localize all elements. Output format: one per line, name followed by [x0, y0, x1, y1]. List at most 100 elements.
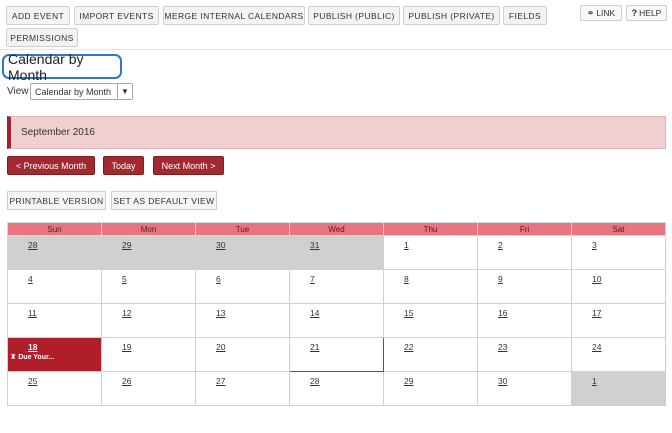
page-title: Calendar by Month: [8, 50, 84, 83]
day-link[interactable]: 7: [310, 274, 315, 284]
day-cell[interactable]: 26: [101, 371, 196, 406]
month-label: September 2016: [21, 127, 95, 138]
day-link[interactable]: 1: [592, 376, 597, 386]
day-cell[interactable]: 28: [7, 235, 102, 270]
day-link[interactable]: 6: [216, 274, 221, 284]
day-cell[interactable]: 13: [195, 303, 290, 338]
day-link[interactable]: 12: [122, 308, 131, 318]
day-link[interactable]: 3: [592, 240, 597, 250]
permissions-button[interactable]: PERMISSIONS: [6, 28, 78, 47]
view-select[interactable]: Calendar by Month ▼: [30, 83, 133, 100]
day-link[interactable]: 23: [498, 342, 507, 352]
day-cell[interactable]: 9: [477, 269, 572, 304]
day-link[interactable]: 25: [28, 376, 37, 386]
day-cell[interactable]: 22: [383, 337, 478, 372]
day-link[interactable]: 30: [498, 376, 507, 386]
day-link[interactable]: 13: [216, 308, 225, 318]
day-cell[interactable]: 27: [195, 371, 290, 406]
day-cell[interactable]: 17: [571, 303, 666, 338]
day-cell[interactable]: 12: [101, 303, 196, 338]
day-link[interactable]: 21: [310, 342, 319, 352]
weekday-sat: Sat: [571, 222, 666, 236]
day-link[interactable]: 19: [122, 342, 131, 352]
day-link[interactable]: 11: [28, 308, 37, 318]
day-link[interactable]: 20: [216, 342, 225, 352]
day-link[interactable]: 15: [404, 308, 413, 318]
view-label: View: [7, 86, 29, 97]
day-cell[interactable]: 21: [289, 337, 384, 372]
day-link[interactable]: 29: [404, 376, 413, 386]
day-cell[interactable]: 8: [383, 269, 478, 304]
day-link[interactable]: 5: [122, 274, 127, 284]
day-link[interactable]: 26: [122, 376, 131, 386]
publish-public-button[interactable]: PUBLISH (PUBLIC): [308, 6, 400, 25]
day-link[interactable]: 10: [592, 274, 601, 284]
day-link[interactable]: 2: [498, 240, 503, 250]
day-link[interactable]: 30: [216, 240, 225, 250]
help-label: HELP: [639, 8, 662, 18]
day-cell[interactable]: 3: [571, 235, 666, 270]
day-cell[interactable]: 20: [195, 337, 290, 372]
link-button[interactable]: ⚭ LINK: [580, 5, 622, 21]
day-cell[interactable]: 25: [7, 371, 102, 406]
day-cell[interactable]: 29: [383, 371, 478, 406]
day-link[interactable]: 1: [404, 240, 409, 250]
day-cell[interactable]: 5: [101, 269, 196, 304]
day-cell[interactable]: 24: [571, 337, 666, 372]
day-cell[interactable]: 2: [477, 235, 572, 270]
week-row: 11 12 13 14 15 16 17: [7, 303, 666, 338]
calendar-event[interactable]: ♜ Due Your...: [10, 353, 54, 361]
day-link[interactable]: 14: [310, 308, 319, 318]
day-cell[interactable]: 31: [289, 235, 384, 270]
day-cell[interactable]: 15: [383, 303, 478, 338]
day-link[interactable]: 16: [498, 308, 507, 318]
help-button[interactable]: ? HELP: [626, 5, 667, 21]
day-cell[interactable]: 4: [7, 269, 102, 304]
weekday-mon: Mon: [101, 222, 196, 236]
today-cell[interactable]: 18 ♜ Due Your...: [7, 337, 102, 372]
day-link[interactable]: 28: [28, 240, 37, 250]
weekday-wed: Wed: [289, 222, 384, 236]
day-cell[interactable]: 7: [289, 269, 384, 304]
weekday-header-row: Sun Mon Tue Wed Thu Fri Sat: [7, 222, 666, 236]
day-cell[interactable]: 1: [571, 371, 666, 406]
day-cell[interactable]: 29: [101, 235, 196, 270]
day-cell[interactable]: 6: [195, 269, 290, 304]
set-default-view-button[interactable]: SET AS DEFAULT VIEW: [111, 191, 217, 210]
day-link[interactable]: 17: [592, 308, 601, 318]
previous-month-button[interactable]: < Previous Month: [7, 156, 95, 175]
fields-button[interactable]: FIELDS: [503, 6, 547, 25]
page-title-box: Calendar by Month: [2, 51, 122, 83]
day-cell[interactable]: 30: [195, 235, 290, 270]
day-cell[interactable]: 11: [7, 303, 102, 338]
publish-private-button[interactable]: PUBLISH (PRIVATE): [403, 6, 500, 25]
day-cell[interactable]: 23: [477, 337, 572, 372]
day-link[interactable]: 18: [28, 342, 37, 352]
day-cell[interactable]: 16: [477, 303, 572, 338]
day-cell[interactable]: 19: [101, 337, 196, 372]
day-link[interactable]: 4: [28, 274, 33, 284]
next-month-button[interactable]: Next Month >: [153, 156, 224, 175]
day-link[interactable]: 31: [310, 240, 319, 250]
day-link[interactable]: 9: [498, 274, 503, 284]
day-link[interactable]: 22: [404, 342, 413, 352]
day-cell[interactable]: 1: [383, 235, 478, 270]
merge-internal-calendars-button[interactable]: MERGE INTERNAL CALENDARS: [163, 6, 305, 25]
day-cell[interactable]: 10: [571, 269, 666, 304]
day-link[interactable]: 29: [122, 240, 131, 250]
weekday-sun: Sun: [7, 222, 102, 236]
day-link[interactable]: 28: [310, 376, 319, 386]
week-row: 18 ♜ Due Your... 19 20 21 22 23 24: [7, 337, 666, 372]
day-cell[interactable]: 30: [477, 371, 572, 406]
day-link[interactable]: 27: [216, 376, 225, 386]
add-event-button[interactable]: ADD EVENT: [6, 6, 70, 25]
today-button[interactable]: Today: [103, 156, 144, 175]
day-cell[interactable]: 28: [289, 371, 384, 406]
printable-version-button[interactable]: PRINTABLE VERSION: [7, 191, 106, 210]
import-events-button[interactable]: IMPORT EVENTS: [74, 6, 159, 25]
day-link[interactable]: 24: [592, 342, 601, 352]
day-link[interactable]: 8: [404, 274, 409, 284]
day-cell[interactable]: 14: [289, 303, 384, 338]
weekday-tue: Tue: [195, 222, 290, 236]
weekday-thu: Thu: [383, 222, 478, 236]
